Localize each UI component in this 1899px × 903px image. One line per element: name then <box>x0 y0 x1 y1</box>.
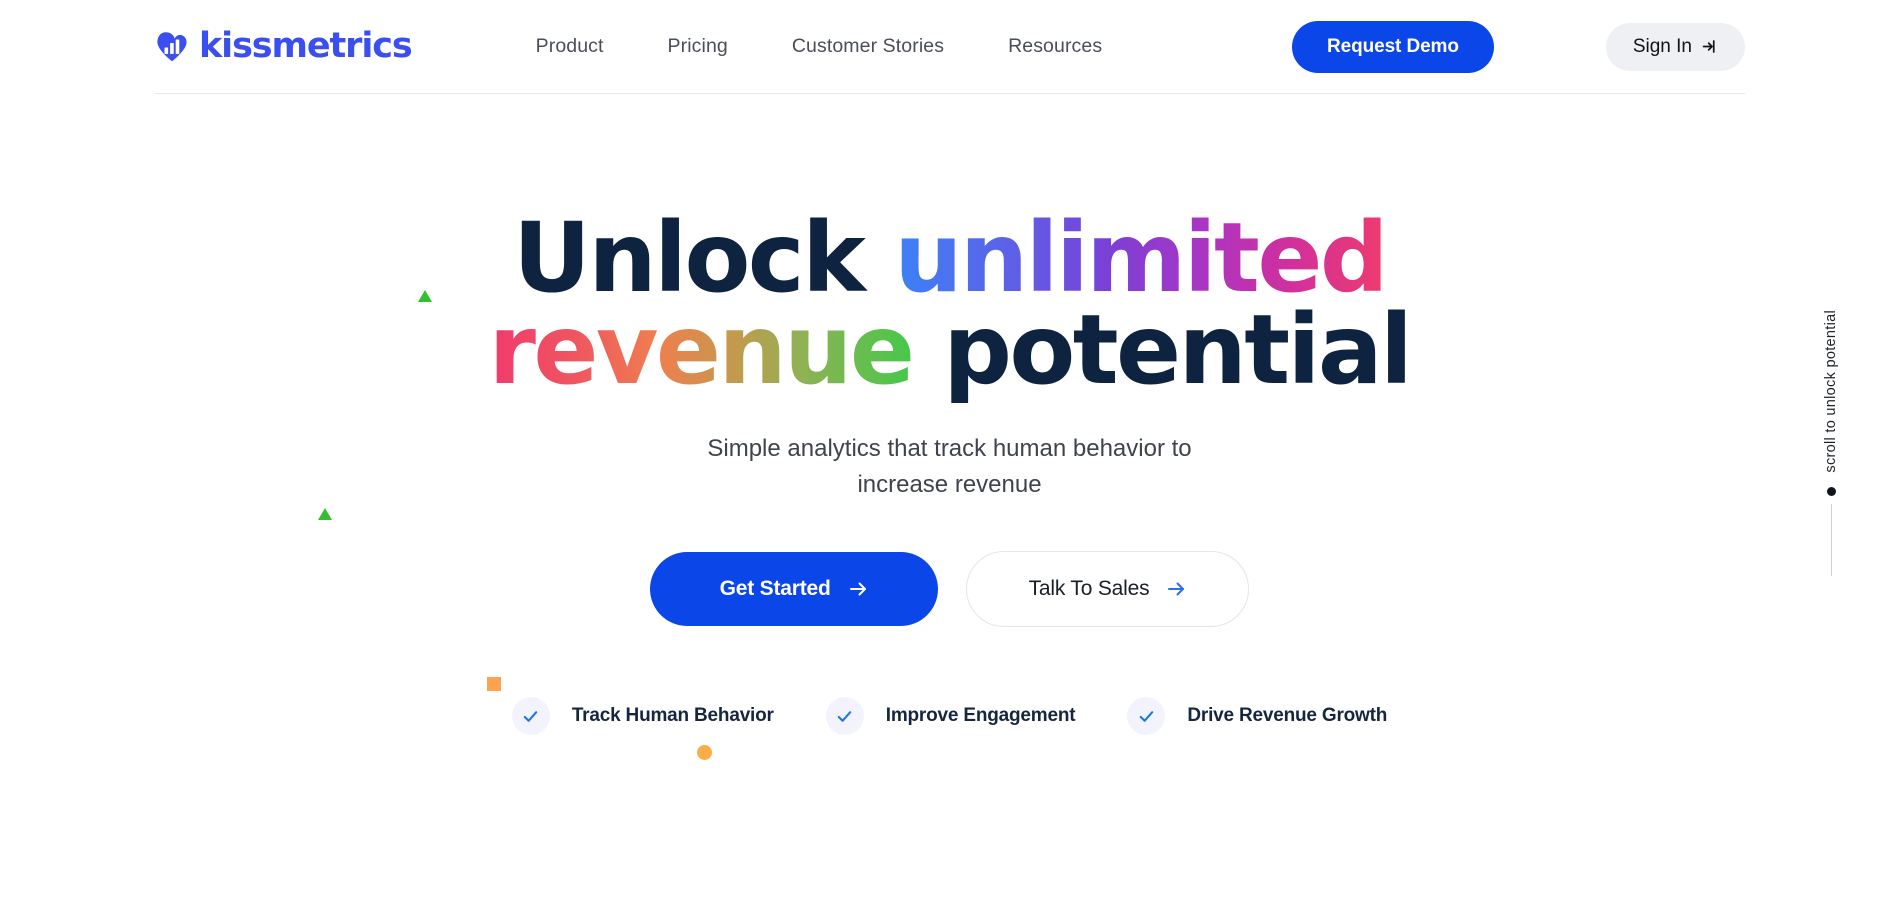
feature-item-improve-engagement: Improve Engagement <box>825 697 1076 736</box>
site-header: kissmetrics Product Pricing Customer Sto… <box>155 0 1745 94</box>
scroll-indicator-label: scroll to unlock potential <box>1823 310 1839 473</box>
scroll-indicator-dot <box>1826 486 1836 496</box>
header-actions: Request Demo Sign In <box>1292 20 1745 73</box>
feature-label: Track Human Behavior <box>571 705 774 727</box>
headline-word-revenue: revenue <box>488 294 915 407</box>
headline-word-potential: potential <box>912 294 1413 407</box>
hero-subtitle: Simple analytics that track human behavi… <box>707 435 1192 499</box>
nav-item-pricing[interactable]: Pricing <box>668 35 728 58</box>
brand-logo[interactable]: kissmetrics <box>155 26 413 66</box>
arrow-right-icon <box>1168 582 1185 596</box>
nav-item-resources[interactable]: Resources <box>1008 35 1102 58</box>
check-badge <box>825 697 864 736</box>
cloud-bar-chart-icon <box>157 31 187 61</box>
nav-item-customer-stories[interactable]: Customer Stories <box>792 35 944 58</box>
arrow-right-icon <box>849 582 866 596</box>
talk-to-sales-button[interactable]: Talk To Sales <box>965 551 1250 628</box>
get-started-label: Get Started <box>719 577 831 601</box>
feature-label: Improve Engagement <box>885 705 1076 727</box>
check-icon <box>1139 710 1154 722</box>
talk-to-sales-label: Talk To Sales <box>1028 577 1150 601</box>
brand-name: kissmetrics <box>199 26 413 66</box>
feature-label: Drive Revenue Growth <box>1187 705 1388 727</box>
check-badge <box>511 697 550 736</box>
check-icon <box>524 710 538 722</box>
login-arrow-icon <box>1702 40 1715 53</box>
sign-in-label: Sign In <box>1632 35 1692 57</box>
check-icon <box>838 710 852 722</box>
feature-item-track-human-behavior: Track Human Behavior <box>511 697 774 736</box>
feature-list: Track Human Behavior Improve Engagement … <box>511 697 1388 736</box>
nav-item-product[interactable]: Product <box>536 35 604 58</box>
page-title: Unlock unlimited revenue potential <box>489 210 1413 398</box>
scroll-indicator[interactable]: scroll to unlock potential <box>1823 310 1839 576</box>
main-navigation: Product Pricing Customer Stories Resourc… <box>536 35 1103 58</box>
hero-section: Unlock unlimited revenue potential Simpl… <box>0 94 1899 903</box>
check-badge <box>1127 697 1166 736</box>
sign-in-button[interactable]: Sign In <box>1605 22 1745 71</box>
landing-page: kissmetrics Product Pricing Customer Sto… <box>0 0 1899 903</box>
feature-item-drive-revenue-growth: Drive Revenue Growth <box>1127 697 1388 736</box>
scroll-indicator-line <box>1830 503 1832 576</box>
hero-cta-row: Get Started Talk To Sales <box>649 551 1250 628</box>
get-started-button[interactable]: Get Started <box>649 552 938 627</box>
request-demo-button[interactable]: Request Demo <box>1292 20 1494 73</box>
